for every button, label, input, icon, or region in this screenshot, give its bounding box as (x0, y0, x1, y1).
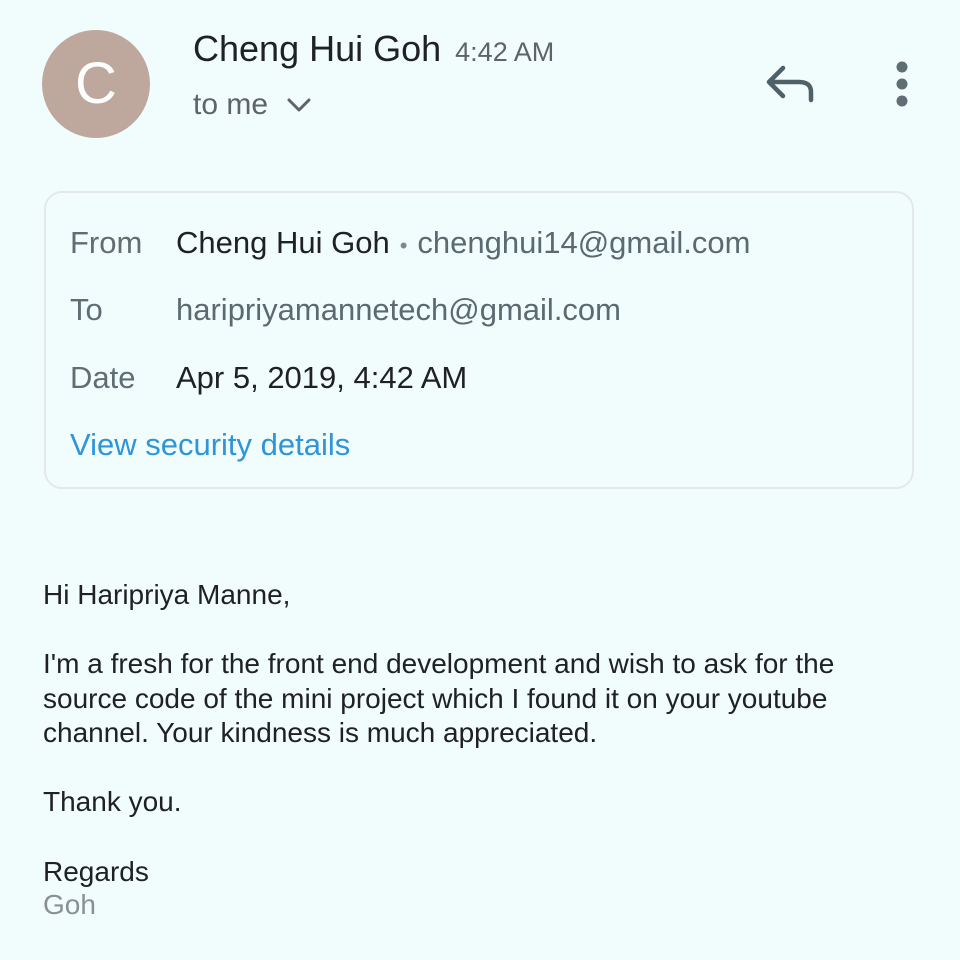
paragraph-line: channel. Your kindness is much appreciat… (43, 717, 598, 748)
chevron-down-icon (286, 96, 312, 114)
greeting: Hi Haripriya Manne, (43, 579, 291, 610)
from-separator: • (399, 233, 408, 258)
to-label: To (70, 292, 103, 327)
date-value: Apr 5, 2019, 4:42 AM (176, 360, 468, 395)
sender-name: Cheng Hui Goh (193, 28, 442, 69)
reply-icon (763, 62, 817, 109)
from-email[interactable]: chenghui14@gmail.com (417, 225, 750, 261)
avatar[interactable]: C (42, 30, 150, 138)
more-vert-icon (895, 60, 909, 113)
view-security-details-link[interactable]: View security details (70, 427, 350, 463)
recipient-summary: to me (193, 88, 269, 121)
signature-name: Goh (43, 889, 96, 920)
message-details-card: From Cheng Hui Goh • chenghui14@gmail.co… (44, 191, 914, 489)
paragraph-line: I'm a fresh for the front end developmen… (43, 648, 835, 679)
to-email[interactable]: haripriyamannetech@gmail.com (176, 292, 621, 328)
reply-button[interactable] (760, 60, 820, 110)
paragraph-line: source code of the mini project which I … (43, 682, 828, 714)
date-row: Date Apr 5, 2019, 4:42 AM (70, 360, 467, 396)
more-options-button[interactable] (880, 56, 924, 116)
from-label: From (70, 225, 143, 260)
sent-time: 4:42 AM (455, 37, 555, 67)
thanks-line: Thank you. (43, 786, 182, 817)
to-row: To haripriyamannetech@gmail.com (70, 292, 621, 328)
message-paragraph: I'm a fresh for the front end developmen… (43, 647, 923, 751)
closing-line: Regards (43, 856, 149, 887)
sender-line: Cheng Hui Goh 4:42 AM (193, 28, 554, 74)
avatar-letter: C (75, 51, 117, 116)
from-row: From Cheng Hui Goh • chenghui14@gmail.co… (70, 225, 750, 261)
from-name: Cheng Hui Goh (176, 225, 390, 260)
recipient-toggle[interactable]: to me (193, 88, 312, 122)
date-label: Date (70, 360, 136, 395)
